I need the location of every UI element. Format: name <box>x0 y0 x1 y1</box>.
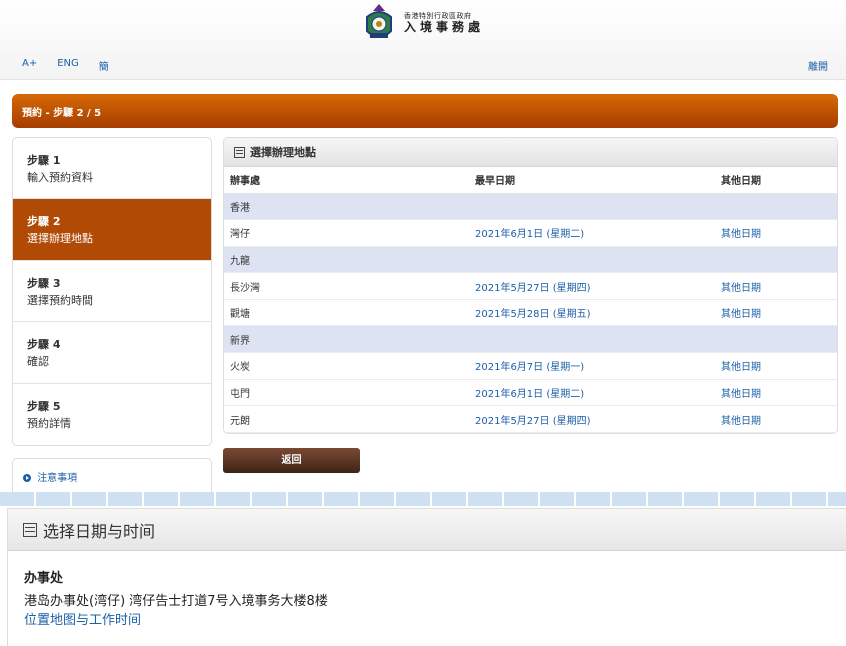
region-row: 新界 <box>224 325 837 354</box>
simplified-chinese-link[interactable]: 簡 <box>99 58 109 73</box>
play-circle-icon <box>23 474 31 482</box>
site-header: 香港特別行政區政府 入境事務處 A+ ENG 簡 離開 <box>0 0 846 80</box>
section-divider <box>0 492 846 506</box>
region-name: 香港 <box>224 193 837 221</box>
font-size-link[interactable]: A+ <box>22 58 37 73</box>
step-4: 步驟 4 確認 <box>13 322 211 384</box>
other-dates-link[interactable]: 其他日期 <box>721 229 761 240</box>
department-logo: 香港特別行政區政府 入境事務處 <box>362 3 484 43</box>
table-row: 觀塘 2021年5月28日 (星期五) 其他日期 <box>224 299 837 327</box>
table-row: 長沙灣 2021年5月27日 (星期四) 其他日期 <box>224 272 837 300</box>
step-number: 步驟 2 <box>27 215 61 229</box>
earliest-date-link[interactable]: 2021年6月7日 (星期一) <box>475 362 584 373</box>
step-number: 步驟 4 <box>27 338 61 352</box>
date-time-title: 选择日期与时间 <box>43 521 156 541</box>
table-row: 屯門 2021年6月1日 (星期二) 其他日期 <box>224 379 837 407</box>
back-button[interactable]: 返回 <box>223 448 360 473</box>
step-description: 選擇預約時間 <box>27 293 93 307</box>
office-name: 長沙灣 <box>224 272 469 300</box>
notes-label: 注意事項 <box>37 473 78 484</box>
table-row: 火炭 2021年6月7日 (星期一) 其他日期 <box>224 352 837 380</box>
location-map-link[interactable]: 位置地图与工作时间 <box>24 609 141 628</box>
exit-link[interactable]: 離開 <box>808 58 828 73</box>
office-name: 屯門 <box>224 379 469 407</box>
date-time-header: 选择日期与时间 <box>8 509 846 551</box>
earliest-date-link[interactable]: 2021年6月1日 (星期二) <box>475 389 584 400</box>
department-emblem-icon <box>366 4 392 38</box>
office-table: 辦事處 最早日期 其他日期 香港 灣仔 2021年6月1日 (星期二) 其他日期… <box>224 167 837 433</box>
office-selection-panel: 選擇辦理地點 辦事處 最早日期 其他日期 香港 灣仔 2021年6月1日 (星期… <box>223 137 838 434</box>
step-number: 步驟 5 <box>27 399 61 413</box>
list-document-icon <box>23 522 37 537</box>
office-name: 觀塘 <box>224 299 469 327</box>
table-row: 元朗 2021年5月27日 (星期四) 其他日期 <box>224 405 837 433</box>
other-dates-link[interactable]: 其他日期 <box>721 309 761 320</box>
region-name: 新界 <box>224 325 837 354</box>
office-name: 元朗 <box>224 405 469 433</box>
other-dates-link[interactable]: 其他日期 <box>721 283 761 294</box>
panel-header: 選擇辦理地點 <box>224 138 837 167</box>
step-number: 步驟 1 <box>27 154 61 167</box>
step-5: 步驟 5 預約詳情 <box>13 384 211 445</box>
step-description: 選擇辦理地點 <box>27 232 93 246</box>
earliest-date-link[interactable]: 2021年5月27日 (星期四) <box>475 416 591 427</box>
step-description: 輸入預約資料 <box>27 171 93 184</box>
date-time-section: 选择日期与时间 办事处 港岛办事处(湾仔) 湾仔告士打道7号入境事务大楼8楼 位… <box>7 508 846 646</box>
earliest-date-link[interactable]: 2021年5月28日 (星期五) <box>475 309 591 320</box>
step-list: 步驟 1 輸入預約資料 步驟 2 選擇辦理地點 步驟 3 選擇預約時間 步驟 4… <box>12 137 212 446</box>
step-progress-title: 預約 - 步驟 2 / 5 <box>22 108 102 119</box>
office-address: 港岛办事处(湾仔) 湾仔告士打道7号入境事务大楼8楼 <box>24 594 328 609</box>
other-dates-link[interactable]: 其他日期 <box>721 362 761 373</box>
office-label: 办事处 <box>24 571 64 586</box>
english-link[interactable]: ENG <box>57 58 79 73</box>
office-name: 灣仔 <box>224 219 469 247</box>
step-description: 確認 <box>27 355 49 369</box>
step-3: 步驟 3 選擇預約時間 <box>13 261 211 323</box>
column-header-other-dates: 其他日期 <box>715 167 837 194</box>
step-2-active: 步驟 2 選擇辦理地點 <box>13 199 211 261</box>
region-row: 香港 <box>224 193 837 221</box>
panel-title: 選擇辦理地點 <box>250 146 316 159</box>
logo-text-department: 入境事務處 <box>404 19 485 34</box>
step-1: 步驟 1 輸入預約資料 <box>13 138 211 200</box>
office-name: 火炭 <box>224 352 469 380</box>
other-dates-link[interactable]: 其他日期 <box>721 416 761 427</box>
earliest-date-link[interactable]: 2021年5月27日 (星期四) <box>475 283 591 294</box>
earliest-date-link[interactable]: 2021年6月1日 (星期二) <box>475 229 584 240</box>
step-number: 步驟 3 <box>27 276 61 290</box>
list-document-icon <box>234 146 245 158</box>
step-progress-bar: 預約 - 步驟 2 / 5 <box>12 94 838 128</box>
region-row: 九龍 <box>224 246 837 274</box>
table-header-row: 辦事處 最早日期 其他日期 <box>224 167 837 194</box>
step-description: 預約詳情 <box>27 416 71 430</box>
region-name: 九龍 <box>224 246 837 274</box>
top-links: A+ ENG 簡 <box>22 58 129 73</box>
notes-toggle[interactable]: 注意事項 <box>12 458 212 492</box>
table-row: 灣仔 2021年6月1日 (星期二) 其他日期 <box>224 219 837 247</box>
other-dates-link[interactable]: 其他日期 <box>721 389 761 400</box>
column-header-earliest-date: 最早日期 <box>469 167 715 194</box>
column-header-office: 辦事處 <box>224 167 469 194</box>
logo-text-government: 香港特別行政區政府 <box>404 11 472 20</box>
